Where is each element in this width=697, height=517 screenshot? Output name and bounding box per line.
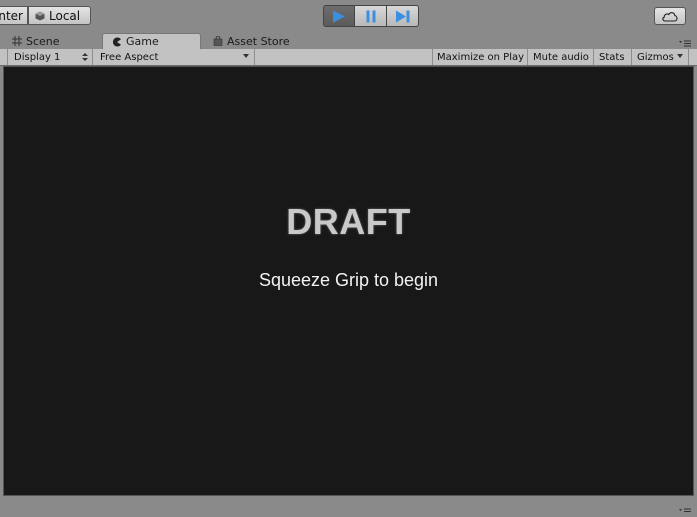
stats-toggle[interactable]: Stats	[595, 49, 632, 65]
pivot-rotation-label: Local	[49, 8, 81, 23]
mute-audio-toggle[interactable]: Mute audio	[529, 49, 594, 65]
pause-icon	[366, 10, 375, 22]
cube-icon	[35, 11, 45, 20]
tab-label: Game	[126, 35, 159, 48]
bag-icon	[213, 36, 223, 46]
stats-label: Stats	[599, 51, 625, 63]
step-icon	[395, 10, 409, 22]
game-viewport[interactable]: DRAFT Squeeze Grip to begin	[3, 66, 694, 496]
start-prompt: Squeeze Grip to begin	[258, 270, 439, 290]
maximize-label: Maximize on Play	[437, 51, 525, 63]
gizmos-label: Gizmos	[637, 51, 674, 63]
cloud-icon	[662, 11, 678, 22]
bottom-panel-menu-icon[interactable]	[679, 507, 691, 515]
pivot-mode-button[interactable]: nter	[0, 6, 28, 25]
main-toolbar: nter Local	[0, 0, 697, 32]
tab-label: Scene	[26, 34, 60, 48]
aspect-select[interactable]: Free Aspect	[94, 49, 255, 65]
game-title: DRAFT	[286, 201, 411, 242]
pacman-icon	[112, 37, 121, 46]
play-icon	[333, 10, 345, 22]
game-view-toolbar: Display 1 Free Aspect Maximize on Play M…	[0, 49, 697, 66]
gizmos-toggle[interactable]: Gizmos	[633, 49, 689, 65]
display-label: Display 1	[14, 51, 61, 63]
pivot-rotation-button[interactable]: Local	[28, 6, 91, 25]
tab-game[interactable]: Game	[102, 33, 201, 49]
grid-icon	[12, 36, 22, 46]
pivot-mode-label: nter	[0, 8, 23, 23]
pivot-controls: nter Local	[0, 6, 91, 25]
panel-menu-icon[interactable]	[679, 38, 691, 48]
display-select[interactable]: Display 1	[7, 49, 93, 65]
pause-button[interactable]	[355, 5, 387, 27]
playback-controls	[323, 5, 419, 27]
tab-scene[interactable]: Scene	[2, 33, 100, 49]
updown-arrow-icon	[82, 53, 88, 61]
tab-asset-store[interactable]: Asset Store	[203, 33, 313, 49]
editor-tab-bar: Scene Game Asset Store	[0, 32, 697, 49]
chevron-down-icon	[243, 54, 249, 58]
play-button[interactable]	[323, 5, 355, 27]
chevron-down-icon[interactable]	[677, 54, 683, 59]
maximize-on-play-toggle[interactable]: Maximize on Play	[432, 49, 528, 65]
tab-label: Asset Store	[227, 34, 290, 48]
cloud-button[interactable]	[654, 7, 686, 25]
aspect-label: Free Aspect	[100, 51, 159, 63]
mute-label: Mute audio	[533, 51, 589, 63]
step-button[interactable]	[387, 5, 419, 27]
